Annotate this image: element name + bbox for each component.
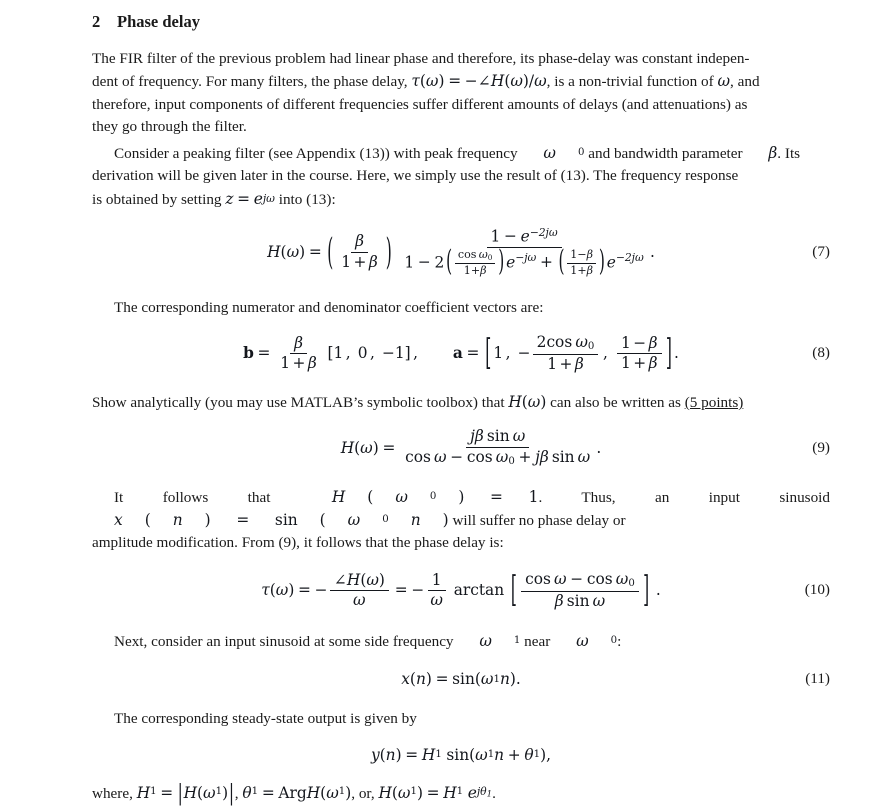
inline-math-beta: β bbox=[768, 144, 778, 163]
p2-line1-a: Consider a peaking filter (see Appendix … bbox=[114, 145, 522, 163]
p5-b: . Thus, an input sinusoid bbox=[538, 488, 830, 506]
equation-7-row: H(ω) =(β 1 + β) 1− e−2jω 1−2(cos ω0 1+β) e−jω +(1−… bbox=[92, 225, 830, 279]
p6-a: Next, consider an input sinusoid at some… bbox=[114, 633, 458, 651]
paragraph-1-line2: dent of frequency. For many filters, the… bbox=[92, 70, 830, 93]
p2-line1-c: . Its bbox=[777, 145, 801, 163]
paragraph-1-line3: therefore, input components of different… bbox=[92, 94, 830, 116]
p5-a: It follows that bbox=[114, 488, 310, 506]
document-page: 2 Phase delay The FIR filter of the prev… bbox=[0, 0, 896, 806]
p7-text: The corresponding steady-state output is… bbox=[114, 710, 417, 728]
page-title: 2 Phase delay bbox=[92, 12, 830, 32]
inline-math-H1-magnitude: H 1 = | H(ω 1) | bbox=[136, 779, 235, 806]
p2-line3-a: is obtained by setting bbox=[92, 190, 226, 208]
section-number: 2 bbox=[92, 12, 101, 31]
inline-math-z-equals-exp: z = e jω bbox=[225, 189, 275, 208]
equation-9: H(ω) = jβ sin ω cos ω − cos ω0 + jβ sin ω. bbox=[340, 427, 602, 468]
p8-b: , bbox=[234, 784, 243, 802]
p4-b: can also be written as bbox=[546, 394, 685, 412]
p8-a: where, bbox=[92, 784, 137, 802]
p1-line2-b: , is a non-trivial function of bbox=[546, 73, 718, 91]
inline-math-tau-definition: τ(ω) = − ∠ H(ω) / ω bbox=[411, 72, 547, 91]
p8-d: . bbox=[492, 784, 496, 802]
equation-8-row: b = β 1 + β [1, 0, −1], a =[1, −2cos ω0 1 + β, 1− β 1 + β]… bbox=[92, 332, 830, 375]
inline-math-H-omega0-equals-1: H(ω 0) = 1 bbox=[331, 487, 539, 506]
inline-math-theta1-arg: θ 1 = Arg H(ω 1) bbox=[242, 783, 352, 802]
equation-y-row: y(n) = H 1 sin(ω 1 n + θ 1), bbox=[92, 746, 830, 764]
equation-10-row: τ(ω) = − ∠H(ω) ω = −1 ω arctan[cos ω − cos ω0 β sin… bbox=[92, 569, 830, 612]
paragraph-6: Next, consider an input sinusoid at some… bbox=[92, 630, 830, 653]
p4-a: Show analytically (you may use MATLAB’s … bbox=[92, 394, 509, 412]
equation-8-number: (8) bbox=[812, 344, 830, 362]
paragraph-5-line2: amplitude modification. From (9), it fol… bbox=[92, 532, 830, 554]
inline-math-x-n-sin: x(n) = sin(ω 0 n) bbox=[114, 511, 449, 530]
page-content: 2 Phase delay The FIR filter of the prev… bbox=[92, 12, 830, 809]
paragraph-3: The corresponding numerator and denomina… bbox=[92, 297, 830, 319]
paragraph-1: The FIR filter of the previous problem h… bbox=[92, 48, 830, 70]
equation-7: H(ω) =(β 1 + β) 1− e−2jω 1−2(cos ω0 1+β) e−jω +(1−… bbox=[267, 225, 655, 279]
paragraph-2-line2: derivation will be given later in the co… bbox=[92, 165, 830, 187]
p6-c: : bbox=[617, 633, 622, 651]
p1-line2-a: dent of frequency. For many filters, the… bbox=[92, 73, 412, 91]
inline-math-omega0: ω0 bbox=[543, 144, 585, 163]
p2-line3-b: into (13): bbox=[274, 190, 336, 208]
paragraph-1-line4: they go through the filter. bbox=[92, 116, 830, 138]
paragraph-4: Show analytically (you may use MATLAB’s … bbox=[92, 391, 830, 414]
p6-b: near bbox=[520, 633, 555, 651]
equation-11-row: x(n) = sin(ω 1 n). (11) bbox=[92, 670, 830, 688]
paragraph-7: The corresponding steady-state output is… bbox=[92, 708, 830, 730]
p5-c: will suffer no phase delay or bbox=[448, 512, 626, 530]
paragraph-8: where, H 1 = | H(ω 1) |, θ 1 = Arg H(ω 1), or, H(ω 1… bbox=[92, 779, 830, 806]
section-title: Phase delay bbox=[117, 12, 200, 31]
p2-line2: derivation will be given later in the co… bbox=[92, 167, 739, 185]
equation-9-row: H(ω) = jβ sin ω cos ω − cos ω0 + jβ sin ω. (9) bbox=[92, 427, 830, 468]
equation-7-number: (7) bbox=[812, 243, 830, 261]
inline-math-omega: ω bbox=[717, 72, 731, 91]
p1-line2-c: , and bbox=[730, 73, 760, 91]
p1-line1: The FIR filter of the previous problem h… bbox=[92, 50, 750, 67]
points-annotation: (5 points) bbox=[684, 394, 744, 412]
paragraph-2-line3: is obtained by setting z = e jω into (13): bbox=[92, 188, 830, 211]
equation-10: τ(ω) = − ∠H(ω) ω = −1 ω arctan[cos ω − cos ω0 β sin… bbox=[261, 569, 661, 612]
inline-math-omega1: ω1 bbox=[479, 632, 521, 651]
equation-11: x(n) = sin(ω 1 n). bbox=[401, 670, 521, 689]
equation-10-number: (10) bbox=[804, 581, 830, 599]
equation-8: b = β 1 + β [1, 0, −1], a =[1, −2cos ω0 1 + β, 1− β 1 + β]… bbox=[243, 332, 679, 375]
equation-9-number: (9) bbox=[812, 439, 830, 457]
p3-text: The corresponding numerator and denomina… bbox=[114, 299, 544, 317]
inline-math-omega0-near: ω0 bbox=[576, 632, 618, 651]
p2-line1-b: and bandwidth parameter bbox=[584, 145, 747, 163]
paragraph-5-line1: It follows that H(ω 0) = 1. Thus, an input … bbox=[92, 486, 830, 533]
inline-math-H-omega: H(ω) bbox=[508, 393, 547, 412]
p8-c: , or, bbox=[351, 784, 379, 802]
p1-line3: therefore, input components of different… bbox=[92, 95, 748, 113]
equation-steady-state-output: y(n) = H 1 sin(ω 1 n + θ 1), bbox=[370, 745, 552, 764]
equation-11-number: (11) bbox=[805, 670, 830, 688]
paragraph-2-line1: Consider a peaking filter (see Appendix … bbox=[92, 142, 830, 165]
p1-line4: they go through the filter. bbox=[92, 117, 247, 135]
inline-math-H-omega1-polar: H(ω 1) = H 1 e jθ1 bbox=[378, 783, 493, 802]
p5-line2: amplitude modification. From (9), it fol… bbox=[92, 534, 504, 552]
